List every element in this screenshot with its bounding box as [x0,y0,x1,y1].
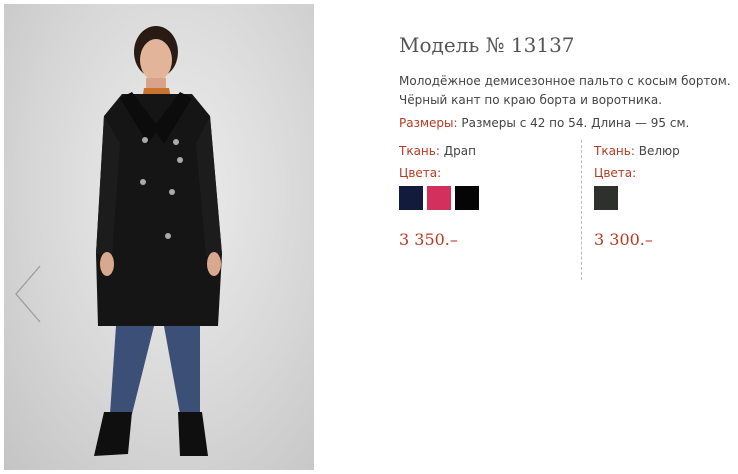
price: 3 300.– [594,230,653,249]
sizes-label: Размеры: [399,116,458,130]
colors-label: Цвета: [399,166,442,180]
color-swatches [399,186,479,210]
sizes-line: Размеры: Размеры с 42 по 54. Длина — 95 … [399,116,689,130]
fabric-value: Драп [443,144,476,158]
chevron-left-icon [15,265,41,323]
sizes-value: Размеры с 42 по 54. Длина — 95 см. [461,116,690,130]
colors-label: Цвета: [594,166,637,180]
fabric-line: Ткань: Драп [399,144,479,158]
model-in-coat-illustration [94,26,222,456]
color-swatches [594,186,680,210]
gallery-prev-button[interactable] [10,262,44,326]
product-description: Молодёжное демисезонное пальто с косым б… [399,74,731,107]
variant-drap: Ткань: Драп Цвета: 3 350.– [399,144,479,249]
product-title: Модель № 13137 [399,33,575,57]
product-photo [4,4,314,470]
fabric-label: Ткань: [399,144,440,158]
swatch-pink[interactable] [427,186,451,210]
swatch-black[interactable] [455,186,479,210]
swatch-dark-grey[interactable] [594,186,618,210]
variant-velour: Ткань: Велюр Цвета: 3 300.– [594,144,680,249]
fabric-value: Велюр [638,144,680,158]
fabric-line: Ткань: Велюр [594,144,680,158]
variant-divider [581,140,582,280]
swatch-navy[interactable] [399,186,423,210]
price: 3 350.– [399,230,458,249]
fabric-label: Ткань: [594,144,635,158]
